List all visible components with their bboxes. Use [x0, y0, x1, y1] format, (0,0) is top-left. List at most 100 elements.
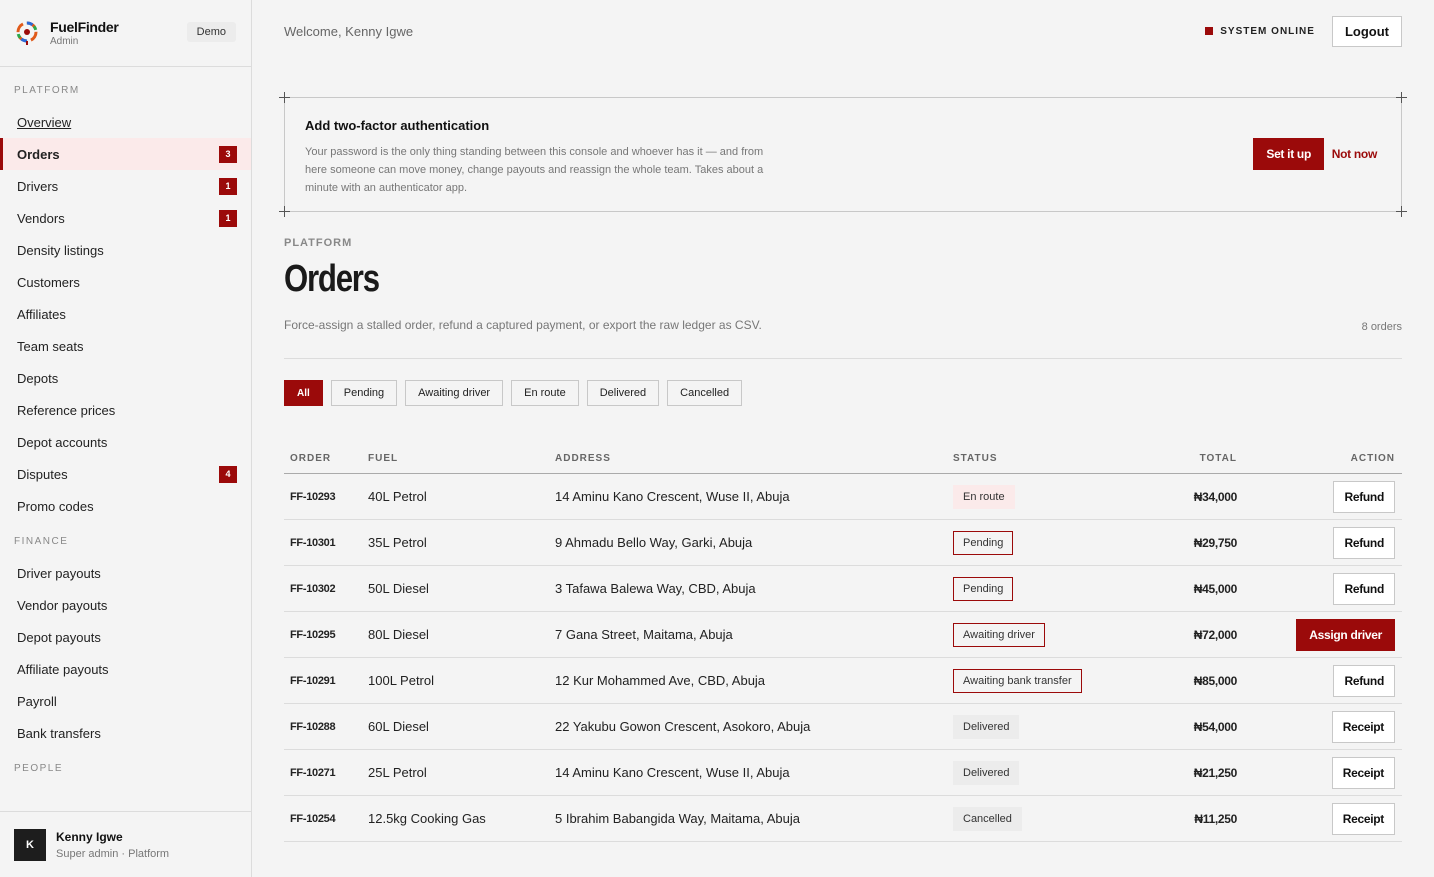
sidebar: FuelFinder Admin Demo PLATFORM Overview … — [0, 0, 252, 877]
sidebar-item-reference-prices[interactable]: Reference prices — [0, 394, 251, 426]
table-body: FF-10293 40L Petrol 14 Aminu Kano Crescent… — [284, 474, 1402, 842]
receipt-button[interactable]: Receipt — [1331, 756, 1395, 789]
corner-mark-icon — [279, 206, 290, 217]
corner-mark-icon — [279, 92, 290, 103]
action-cell: Refund — [1237, 480, 1402, 513]
sidebar-item-orders[interactable]: Orders 3 — [0, 138, 251, 170]
sidebar-item-disputes[interactable]: Disputes 4 — [0, 458, 251, 490]
sidebar-item-driver-payouts[interactable]: Driver payouts — [0, 557, 251, 589]
sidebar-item-drivers[interactable]: Drivers 1 — [0, 170, 251, 202]
receipt-button[interactable]: Receipt — [1331, 802, 1395, 835]
page-description: Force-assign a stalled order, refund a c… — [284, 318, 762, 332]
address: 7 Gana Street, Maitama, Abuja — [555, 627, 733, 642]
status-filters: All Pending Awaiting driver En route Del… — [284, 380, 743, 406]
total: ₦54,000 — [1193, 719, 1238, 734]
fuel: 60L Diesel — [368, 719, 429, 734]
sidebar-item-vendor-payouts[interactable]: Vendor payouts — [0, 589, 251, 621]
logout-button[interactable]: Logout — [1331, 15, 1402, 47]
current-user[interactable]: K Kenny Igwe Super admin · Platform — [0, 811, 251, 877]
status-cell: Awaiting bank transfer — [953, 668, 1129, 693]
sidebar-item-label: Vendors — [17, 210, 65, 226]
status-cell: Cancelled — [953, 806, 1129, 831]
sidebar-nav: PLATFORM Overview Orders 3 Drivers 1 Vendo… — [0, 67, 251, 811]
section-label: PLATFORM — [284, 237, 353, 249]
total: ₦85,000 — [1193, 673, 1238, 688]
demo-badge: Demo — [186, 22, 236, 42]
sidebar-item-label: Drivers — [17, 178, 59, 194]
sidebar-item-affiliates[interactable]: Affiliates — [0, 298, 251, 330]
col-address: ADDRESS — [555, 452, 611, 464]
sidebar-item-label: Team seats — [17, 338, 84, 354]
corner-mark-icon — [1396, 206, 1407, 217]
sidebar-item-label: Disputes — [17, 466, 68, 482]
filter-en-route[interactable]: En route — [511, 380, 579, 406]
address: 3 Tafawa Balewa Way, CBD, Abuja — [555, 581, 756, 596]
col-fuel: FUEL — [368, 452, 399, 464]
corner-mark-icon — [1396, 92, 1407, 103]
filter-delivered[interactable]: Delivered — [586, 380, 660, 406]
brand: FuelFinder Admin Demo — [0, 0, 251, 67]
refund-button[interactable]: Refund — [1333, 526, 1395, 559]
user-name: Kenny Igwe — [56, 829, 123, 844]
action-cell: Refund — [1237, 526, 1402, 559]
fuel: 100L Petrol — [368, 673, 435, 688]
sidebar-item-overview[interactable]: Overview — [0, 106, 251, 138]
status-badge: Delivered — [953, 760, 1020, 785]
filter-cancelled[interactable]: Cancelled — [667, 380, 743, 406]
topbar: Welcome, Kenny Igwe SYSTEM ONLINE Logout — [252, 0, 1434, 62]
fuel: 25L Petrol — [368, 765, 427, 780]
sidebar-item-label: Density listings — [17, 242, 104, 258]
welcome-text: Welcome, Kenny Igwe — [284, 23, 414, 39]
refund-button[interactable]: Refund — [1333, 572, 1395, 605]
total: ₦29,750 — [1193, 535, 1238, 550]
address: 14 Aminu Kano Crescent, Wuse II, Abuja — [555, 765, 790, 780]
sidebar-item-depot-accounts[interactable]: Depot accounts — [0, 426, 251, 458]
col-status: STATUS — [953, 452, 998, 464]
filter-awaiting-driver[interactable]: Awaiting driver — [405, 380, 504, 406]
sidebar-item-bank-transfers[interactable]: Bank transfers — [0, 717, 251, 749]
table-header: ORDER FUEL ADDRESS STATUS TOTAL ACTION — [284, 443, 1402, 474]
sidebar-item-team-seats[interactable]: Team seats — [0, 330, 251, 362]
order-id: FF-10293 — [290, 490, 336, 503]
total: ₦21,250 — [1193, 765, 1238, 780]
sidebar-item-depots[interactable]: Depots — [0, 362, 251, 394]
page-title: Orders — [284, 258, 380, 300]
status-cell: En route — [953, 484, 1129, 509]
action-cell: Receipt — [1237, 710, 1402, 743]
status-cell: Pending — [953, 576, 1129, 601]
filter-all[interactable]: All — [284, 380, 323, 406]
order-id: FF-10291 — [290, 674, 336, 687]
status-badge: Delivered — [953, 714, 1020, 739]
sidebar-item-customers[interactable]: Customers — [0, 266, 251, 298]
sidebar-item-label: Promo codes — [17, 498, 94, 514]
table-row: FF-10301 35L Petrol 9 Ahmadu Bello Way, Ga… — [284, 520, 1402, 566]
count-badge: 3 — [219, 145, 237, 163]
table-row: FF-10254 12.5kg Cooking Gas 5 Ibrahim Baba… — [284, 796, 1402, 842]
sidebar-item-depot-payouts[interactable]: Depot payouts — [0, 621, 251, 653]
status-badge: En route — [953, 484, 1015, 509]
address: 9 Ahmadu Bello Way, Garki, Abuja — [555, 535, 753, 550]
address: 14 Aminu Kano Crescent, Wuse II, Abuja — [555, 489, 790, 504]
order-id: FF-10288 — [290, 720, 336, 733]
status-cell: Delivered — [953, 760, 1129, 785]
status-badge: Pending — [953, 576, 1014, 601]
not-now-link[interactable]: Not now — [1332, 147, 1378, 161]
sidebar-item-vendors[interactable]: Vendors 1 — [0, 202, 251, 234]
sidebar-item-label: Overview — [17, 114, 72, 130]
refund-button[interactable]: Refund — [1333, 480, 1395, 513]
fuel: 50L Diesel — [368, 581, 429, 596]
filter-pending[interactable]: Pending — [330, 380, 398, 406]
sidebar-item-affiliate-payouts[interactable]: Affiliate payouts — [0, 653, 251, 685]
col-action: ACTION — [1350, 452, 1395, 464]
sidebar-item-density-listings[interactable]: Density listings — [0, 234, 251, 266]
sidebar-item-promo-codes[interactable]: Promo codes — [0, 490, 251, 522]
receipt-button[interactable]: Receipt — [1331, 710, 1395, 743]
table-row: FF-10291 100L Petrol 12 Kur Mohammed Ave, … — [284, 658, 1402, 704]
fuel: 12.5kg Cooking Gas — [368, 811, 486, 826]
setup-2fa-button[interactable]: Set it up — [1253, 138, 1324, 170]
refund-button[interactable]: Refund — [1333, 664, 1395, 697]
address: 5 Ibrahim Babangida Way, Maitama, Abuja — [555, 811, 800, 826]
assign-driver-button[interactable]: Assign driver — [1296, 618, 1395, 651]
sidebar-item-label: Payroll — [17, 693, 57, 709]
sidebar-item-payroll[interactable]: Payroll — [0, 685, 251, 717]
